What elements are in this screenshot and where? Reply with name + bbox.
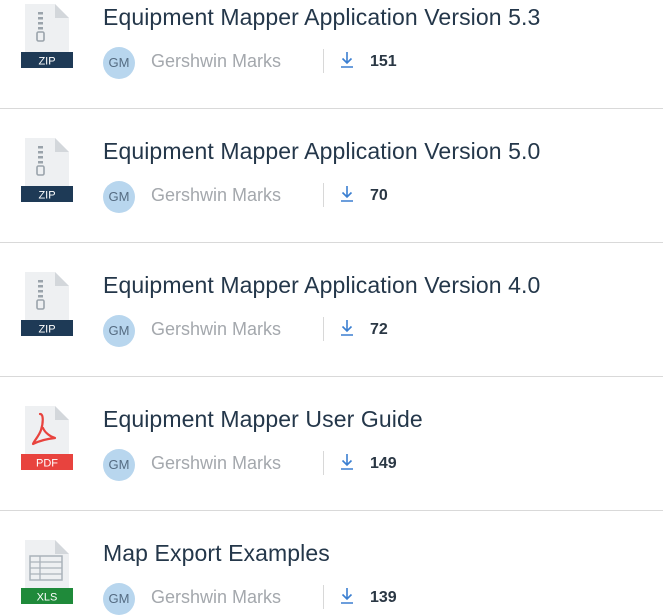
download-icon[interactable] bbox=[339, 452, 355, 472]
download-icon[interactable] bbox=[339, 586, 355, 606]
author-name[interactable]: Gershwin Marks bbox=[151, 319, 281, 340]
download-count: 151 bbox=[370, 53, 397, 70]
avatar: GM bbox=[103, 449, 135, 481]
file-list-item[interactable]: ZIP Equipment Mapper Application Version… bbox=[0, 134, 663, 267]
file-type-label: PDF bbox=[36, 458, 58, 470]
file-type-label: ZIP bbox=[38, 324, 55, 336]
pdf-file-icon[interactable]: PDF bbox=[21, 406, 73, 470]
download-icon[interactable] bbox=[339, 50, 355, 70]
separator bbox=[323, 317, 324, 341]
download-count: 70 bbox=[370, 187, 388, 204]
author-name[interactable]: Gershwin Marks bbox=[151, 51, 281, 72]
divider bbox=[0, 510, 663, 511]
author-name[interactable]: Gershwin Marks bbox=[151, 453, 281, 474]
separator bbox=[323, 183, 324, 207]
zip-file-icon[interactable]: ZIP bbox=[21, 138, 73, 202]
divider bbox=[0, 242, 663, 243]
divider bbox=[0, 108, 663, 109]
file-title[interactable]: Equipment Mapper Application Version 5.0 bbox=[103, 138, 540, 165]
avatar: GM bbox=[103, 315, 135, 347]
download-count: 139 bbox=[370, 589, 397, 606]
file-type-label: ZIP bbox=[38, 56, 55, 68]
download-count: 149 bbox=[370, 455, 397, 472]
avatar: GM bbox=[103, 181, 135, 213]
file-title[interactable]: Equipment Mapper Application Version 5.3 bbox=[103, 4, 540, 31]
file-type-label: XLS bbox=[37, 592, 58, 604]
file-title[interactable]: Map Export Examples bbox=[103, 540, 330, 567]
download-count: 72 bbox=[370, 321, 388, 338]
avatar: GM bbox=[103, 583, 135, 615]
separator bbox=[323, 49, 324, 73]
file-list-item[interactable]: ZIP Equipment Mapper Application Version… bbox=[0, 268, 663, 401]
file-list-item[interactable]: PDF Equipment Mapper User Guide GM Gersh… bbox=[0, 402, 663, 535]
download-icon[interactable] bbox=[339, 184, 355, 204]
author-name[interactable]: Gershwin Marks bbox=[151, 185, 281, 206]
zip-file-icon[interactable]: ZIP bbox=[21, 4, 73, 68]
avatar: GM bbox=[103, 47, 135, 79]
xls-file-icon[interactable]: XLS bbox=[21, 540, 73, 604]
file-list-item[interactable]: XLS Map Export Examples GM Gershwin Mark… bbox=[0, 536, 663, 615]
separator bbox=[323, 585, 324, 609]
divider bbox=[0, 376, 663, 377]
file-title[interactable]: Equipment Mapper Application Version 4.0 bbox=[103, 272, 540, 299]
author-name[interactable]: Gershwin Marks bbox=[151, 587, 281, 608]
file-title[interactable]: Equipment Mapper User Guide bbox=[103, 406, 423, 433]
download-icon[interactable] bbox=[339, 318, 355, 338]
file-type-label: ZIP bbox=[38, 190, 55, 202]
zip-file-icon[interactable]: ZIP bbox=[21, 272, 73, 336]
separator bbox=[323, 451, 324, 475]
file-list-item[interactable]: ZIP Equipment Mapper Application Version… bbox=[0, 0, 663, 133]
